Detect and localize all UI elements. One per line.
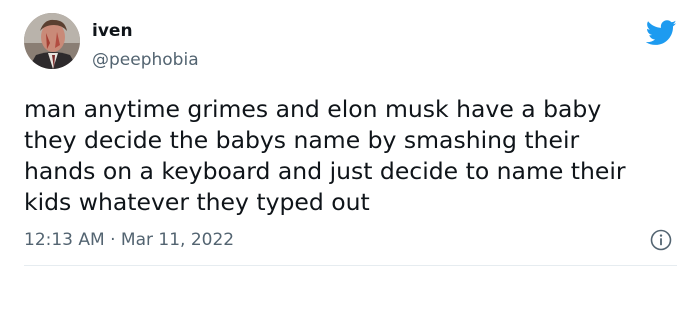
tweet-text-line: they decide the babys name by smashing t… [24, 126, 580, 154]
tweet-date: Mar 11, 2022 [120, 230, 235, 250]
divider [24, 265, 677, 266]
user-handle[interactable]: @peephobia [92, 50, 199, 70]
tweet-text-line: kids whatever they typed out [24, 188, 370, 216]
tweet-text-line: hands on a keyboard and just decide to n… [24, 157, 626, 185]
tweet-text-line: man anytime grimes and elon musk have a … [24, 95, 602, 123]
avatar-image [24, 13, 80, 69]
display-name[interactable]: iven [92, 21, 133, 41]
tweet-card: iven @peephobia man anytime grimes and e… [0, 0, 700, 319]
twitter-bird-icon[interactable] [645, 20, 677, 46]
avatar[interactable] [24, 13, 80, 69]
tweet-text: man anytime grimes and elon musk have a … [24, 94, 684, 218]
tweet-timestamp[interactable]: 12:13 AM · Mar 11, 2022 [24, 228, 234, 252]
tweet-time: 12:13 AM [24, 230, 105, 250]
meta-separator: · [110, 230, 116, 250]
info-icon[interactable] [650, 229, 672, 251]
